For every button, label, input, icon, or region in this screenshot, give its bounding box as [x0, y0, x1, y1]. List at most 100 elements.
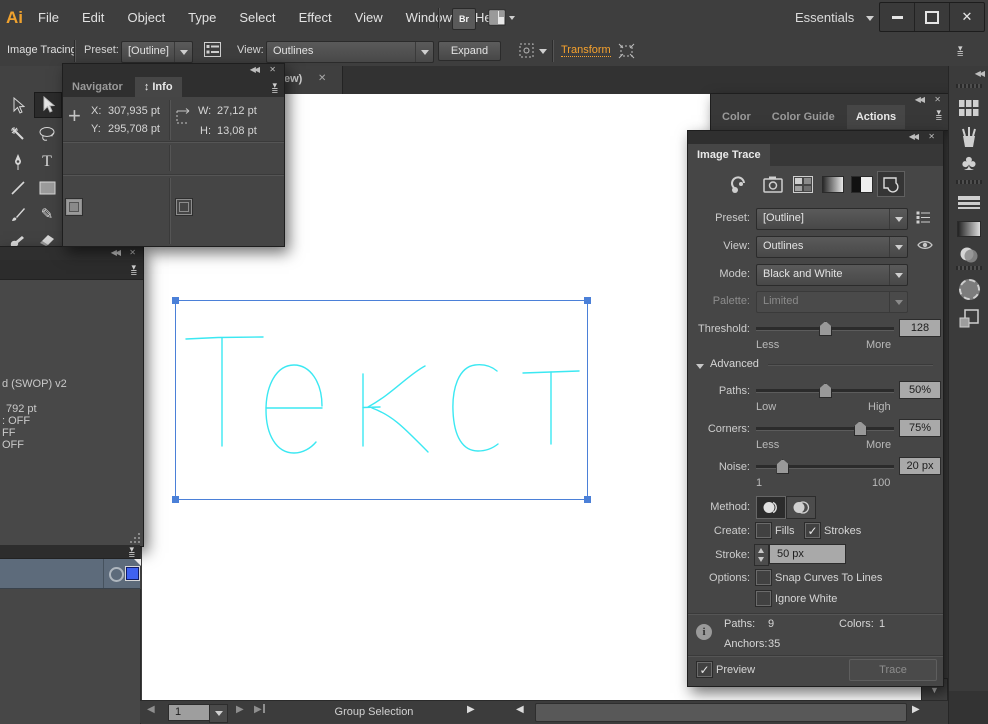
pencil-tool[interactable]: ✎: [34, 202, 60, 226]
tab-color-guide[interactable]: Color Guide: [763, 105, 844, 129]
swatches-panel-icon[interactable]: [956, 95, 982, 121]
tab-info[interactable]: ↕ Info: [135, 77, 182, 97]
view-dropdown[interactable]: Outlines: [266, 41, 434, 63]
resize-grip-icon[interactable]: [129, 532, 141, 544]
menu-object[interactable]: Object: [117, 0, 175, 35]
ignore-white-checkbox[interactable]: ✓: [756, 591, 771, 606]
bridge-button[interactable]: Br: [452, 8, 476, 30]
direct-selection-tool[interactable]: [34, 92, 62, 118]
graphic-styles-panel-icon[interactable]: [956, 306, 982, 332]
transform-link[interactable]: Transform: [561, 44, 611, 57]
hscroll-thumb[interactable]: [535, 703, 907, 722]
tab-actions[interactable]: Actions: [847, 105, 905, 129]
noise-value[interactable]: 20 px: [899, 457, 941, 475]
pen-tool[interactable]: [5, 150, 31, 174]
workspace-switcher[interactable]: Essentials: [795, 0, 874, 35]
tab-close-icon[interactable]: ✕: [318, 73, 326, 84]
menu-type[interactable]: Type: [178, 0, 226, 35]
collapse-icon[interactable]: ◀◀: [250, 65, 258, 74]
lasso-tool[interactable]: [34, 122, 60, 146]
stroke-panel-icon[interactable]: [956, 190, 982, 216]
hscroll-left-icon[interactable]: ◀: [516, 704, 524, 715]
first-artboard-icon[interactable]: ◀: [147, 704, 155, 715]
panel-menu-icon[interactable]: ▾≡: [131, 264, 137, 276]
arrange-documents-button[interactable]: [488, 9, 516, 30]
menu-select[interactable]: Select: [229, 0, 285, 35]
close-icon[interactable]: ✕: [129, 248, 136, 257]
symbols-panel-icon[interactable]: ♣: [956, 150, 982, 176]
panel-menu-icon[interactable]: ▾≡: [129, 546, 135, 558]
gradient-panel-icon[interactable]: [956, 216, 982, 242]
stroke-swatch[interactable]: [176, 199, 192, 215]
expand-panels-icon[interactable]: ◀◀: [975, 69, 983, 78]
paintbrush-tool[interactable]: [5, 202, 31, 226]
menu-view[interactable]: View: [345, 0, 393, 35]
panel-menu-icon[interactable]: ▾≡: [272, 82, 278, 94]
view-dropdown[interactable]: Outlines: [756, 236, 908, 258]
selection-tool[interactable]: [5, 94, 31, 118]
preset-dropdown[interactable]: [Outline]: [121, 41, 193, 63]
line-segment-tool[interactable]: [5, 176, 31, 200]
transparency-panel-icon[interactable]: [956, 242, 982, 268]
stroke-value-field[interactable]: 50 px: [769, 544, 846, 564]
paths-value[interactable]: 50%: [899, 381, 941, 399]
menu-file[interactable]: File: [28, 0, 69, 35]
threshold-slider[interactable]: [756, 327, 894, 331]
grayscale-icon[interactable]: [822, 176, 844, 193]
stroke-stepper[interactable]: [754, 544, 769, 566]
snap-curves-checkbox[interactable]: ✓: [756, 570, 771, 585]
outline-mode-icon-selected[interactable]: [877, 171, 905, 197]
hscroll-right-icon[interactable]: ▶: [912, 704, 920, 715]
tab-color[interactable]: Color: [713, 105, 760, 129]
collapse-icon[interactable]: ◀◀: [909, 132, 917, 141]
tab-image-trace[interactable]: Image Trace: [688, 144, 770, 166]
next-artboard-icon[interactable]: ▶: [236, 704, 244, 715]
slider-thumb[interactable]: [776, 459, 789, 474]
slider-thumb[interactable]: [819, 383, 832, 398]
fill-swatch[interactable]: [66, 199, 82, 215]
noise-slider[interactable]: [756, 465, 894, 469]
preset-dropdown[interactable]: [Outline]: [756, 208, 908, 230]
status-text[interactable]: Group Selection: [270, 706, 478, 718]
slider-thumb[interactable]: [819, 321, 832, 336]
status-next-icon[interactable]: ▶: [467, 704, 475, 715]
slider-thumb[interactable]: [854, 421, 867, 436]
advanced-collapse-triangle[interactable]: [696, 360, 704, 372]
magic-wand-tool[interactable]: [5, 122, 31, 146]
fills-checkbox[interactable]: ✓: [756, 523, 771, 538]
panel-menu-icon[interactable]: ▾≡: [936, 109, 942, 121]
rectangle-tool[interactable]: [34, 176, 60, 200]
preset-menu-icon[interactable]: [916, 211, 931, 227]
preview-checkbox[interactable]: ✓: [697, 662, 712, 677]
appearance-panel-icon[interactable]: [956, 276, 982, 302]
black-white-icon[interactable]: [851, 176, 873, 193]
maximize-button[interactable]: [915, 3, 950, 31]
image-trace-panel-toggle[interactable]: [204, 42, 221, 60]
dock-grip[interactable]: [956, 266, 982, 270]
expand-button[interactable]: Expand: [438, 41, 501, 61]
close-icon[interactable]: ✕: [269, 65, 276, 74]
method-abutting-button-selected[interactable]: [756, 496, 786, 519]
minimize-button[interactable]: [880, 3, 915, 31]
chevron-down-icon[interactable]: [539, 49, 547, 54]
brushes-panel-icon[interactable]: [956, 124, 982, 150]
corners-slider[interactable]: [756, 427, 894, 431]
tab-navigator[interactable]: Navigator: [63, 77, 132, 97]
dock-grip[interactable]: [956, 180, 982, 184]
high-color-icon[interactable]: [763, 176, 783, 196]
menu-edit[interactable]: Edit: [72, 0, 114, 35]
layer-target-icon[interactable]: [109, 567, 124, 582]
dock-grip[interactable]: [956, 84, 982, 88]
mode-dropdown[interactable]: Black and White: [756, 264, 908, 286]
type-tool[interactable]: T: [34, 150, 60, 174]
bounding-box-button[interactable]: [618, 43, 635, 62]
corners-value[interactable]: 75%: [899, 419, 941, 437]
close-icon[interactable]: ✕: [934, 95, 941, 104]
strokes-checkbox[interactable]: ✓: [805, 523, 820, 538]
menu-effect[interactable]: Effect: [289, 0, 342, 35]
threshold-value[interactable]: 128: [899, 319, 941, 337]
panel-menu-icon[interactable]: ▾≡: [957, 45, 963, 57]
paths-slider[interactable]: [756, 389, 894, 393]
artboard-dropdown-button[interactable]: [209, 704, 228, 723]
layer-row-selected[interactable]: [0, 559, 140, 589]
